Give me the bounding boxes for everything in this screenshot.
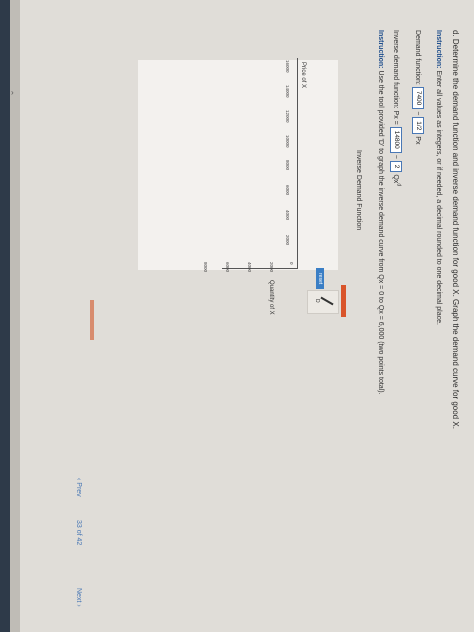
x-axis-line bbox=[222, 268, 298, 269]
tool-header-bar bbox=[341, 285, 346, 317]
y-tick-10000: 10000 bbox=[285, 135, 290, 148]
y-axis-line bbox=[297, 58, 298, 268]
tool-label: D bbox=[314, 299, 320, 303]
instruction-2: Instruction: Use the tool provided 'D' t… bbox=[377, 30, 384, 395]
x-tick-2000: 2000 bbox=[269, 262, 274, 273]
inverse-suffix: Qx bbox=[392, 174, 400, 184]
instruction-1-label: Instruction: bbox=[435, 30, 442, 69]
x-tick-4000: 4000 bbox=[247, 262, 252, 273]
inverse-demand-label: Inverse demand function: Px = bbox=[392, 30, 400, 125]
next-button[interactable]: Next › bbox=[75, 588, 82, 607]
chevron-right-icon[interactable]: › bbox=[11, 88, 14, 97]
prev-button[interactable]: ‹ Prev bbox=[75, 478, 82, 497]
instruction-2-label: Instruction: bbox=[377, 30, 384, 69]
line-tool-icon bbox=[320, 296, 334, 306]
y-tick-6000: 6000 bbox=[285, 185, 290, 196]
instruction-1: Instruction: Enter all values as integer… bbox=[435, 30, 442, 325]
origin-tick: 0 bbox=[289, 262, 294, 265]
y-tick-2000: 2000 bbox=[285, 235, 290, 246]
y-tick-12000: 12000 bbox=[285, 110, 290, 123]
y-tick-14000: 14000 bbox=[285, 85, 290, 98]
inverse-superscript: d bbox=[395, 183, 402, 187]
graph-title: Inverse Demand Function bbox=[355, 150, 362, 231]
y-axis-title: Price of X bbox=[300, 62, 306, 89]
left-dark-bar bbox=[0, 0, 10, 632]
demand-suffix: Px bbox=[414, 136, 422, 145]
progress-bar bbox=[90, 300, 94, 340]
x-tick-8000: 8000 bbox=[203, 262, 208, 273]
y-tick-4000: 4000 bbox=[285, 210, 290, 221]
question-page: d. Determine the demand function and inv… bbox=[20, 0, 474, 632]
demand-curve-tool[interactable]: D bbox=[307, 290, 339, 314]
instruction-1-text: Enter all values as integers, or if need… bbox=[435, 70, 442, 325]
question-title: d. Determine the demand function and inv… bbox=[451, 30, 460, 429]
y-tick-16000: 16000 bbox=[285, 60, 290, 73]
instruction-2-text: Use the tool provided 'D' to graph the i… bbox=[377, 70, 384, 395]
inverse-demand-row: Inverse demand function: Px = 14800 − 2 … bbox=[390, 30, 402, 186]
page-indicator[interactable]: 33 of 42 bbox=[75, 520, 82, 545]
x-tick-6000: 6000 bbox=[225, 262, 230, 273]
reset-button[interactable]: reset bbox=[316, 268, 324, 290]
x-axis-title: Quantity of X bbox=[268, 280, 274, 315]
demand-value-2-input[interactable]: 1/2 bbox=[412, 117, 424, 135]
graph-canvas[interactable] bbox=[138, 60, 338, 270]
inverse-minus: − bbox=[392, 154, 400, 159]
demand-function-label: Demand function: bbox=[414, 30, 422, 85]
inverse-value-2-input[interactable]: 2 bbox=[390, 160, 402, 173]
inverse-value-1-input[interactable]: 14800 bbox=[390, 126, 402, 153]
demand-minus: − bbox=[414, 111, 422, 116]
demand-value-1-input[interactable]: 7400 bbox=[412, 86, 424, 110]
demand-function-row: Demand function: 7400 − 1/2 Px bbox=[412, 30, 424, 144]
y-tick-8000: 8000 bbox=[285, 160, 290, 171]
